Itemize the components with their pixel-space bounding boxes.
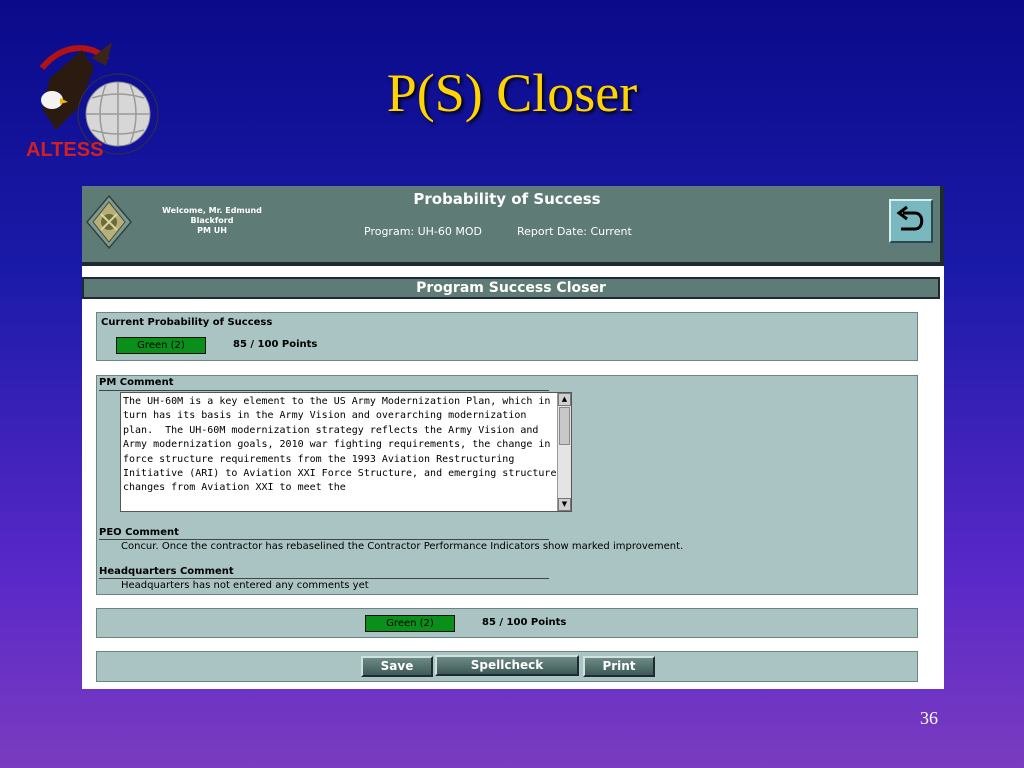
points-value: 85 / 100 Points [233, 339, 318, 350]
slide-number: 36 [920, 708, 938, 728]
logo-text: ALTESS [26, 139, 103, 161]
army-emblem-icon [85, 194, 133, 250]
pm-comment-textarea[interactable]: The UH-60M is a key element to the US Ar… [120, 392, 572, 512]
button-panel: Save Spellcheck Print [96, 651, 918, 682]
program-label: Program: UH-60 MOD [364, 225, 483, 238]
welcome-line-2: Blackford [190, 216, 234, 225]
app-title: Probability of Success [413, 190, 601, 208]
header-right-edge [940, 186, 944, 266]
status-badge: Green (2) [116, 337, 206, 354]
scroll-down-icon[interactable]: ▼ [558, 498, 571, 511]
textarea-scrollbar[interactable]: ▲ ▼ [557, 393, 571, 511]
spellcheck-button[interactable]: Spellcheck [435, 655, 579, 676]
welcome-line-1: Welcome, Mr. Edmund [162, 206, 262, 215]
hq-comment-text: Headquarters has not entered any comment… [121, 580, 369, 591]
return-arrow-icon [896, 205, 924, 231]
section-title: Program Success Closer [82, 277, 940, 299]
peo-comment-text: Concur. Once the contractor has rebaseli… [121, 541, 684, 552]
hq-comment-underline [99, 578, 549, 579]
scroll-thumb[interactable] [559, 407, 570, 445]
save-button[interactable]: Save [361, 656, 433, 677]
pm-comment-text: The UH-60M is a key element to the US Ar… [123, 396, 557, 494]
summary-points-value: 85 / 100 Points [482, 617, 567, 628]
summary-status-badge: Green (2) [365, 615, 455, 632]
peo-comment-underline [99, 539, 549, 540]
scroll-up-icon[interactable]: ▲ [558, 393, 571, 406]
pm-comment-label: PM Comment [99, 377, 174, 388]
back-button[interactable] [889, 199, 933, 243]
current-ps-label: Current Probability of Success [101, 317, 273, 328]
summary-panel: Green (2) 85 / 100 Points [96, 608, 918, 638]
header-divider [82, 262, 940, 266]
print-button[interactable]: Print [583, 656, 655, 677]
peo-comment-label: PEO Comment [99, 527, 179, 538]
report-date-label: Report Date: Current [517, 225, 632, 238]
current-ps-panel: Current Probability of Success Green (2)… [96, 312, 918, 361]
slide-title: P(S) Closer [386, 63, 638, 123]
pm-comment-underline [99, 390, 549, 391]
welcome-line-3: PM UH [197, 226, 227, 235]
hq-comment-label: Headquarters Comment [99, 566, 234, 577]
app-header: Welcome, Mr. Edmund Blackford PM UH Prob… [82, 186, 940, 262]
welcome-text: Welcome, Mr. Edmund Blackford PM UH [152, 206, 272, 236]
app-window: Welcome, Mr. Edmund Blackford PM UH Prob… [82, 186, 944, 689]
